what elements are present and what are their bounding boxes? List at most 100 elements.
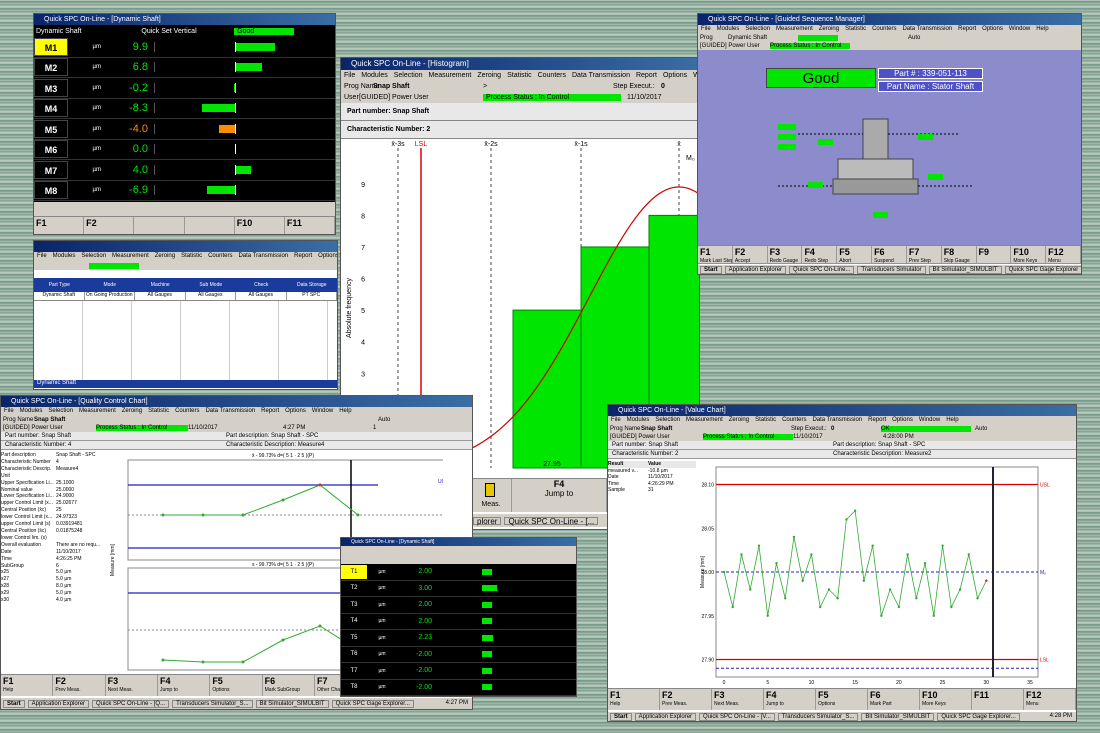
small-row-name[interactable]: T4 xyxy=(341,614,367,629)
f11-key[interactable]: F11 xyxy=(285,217,335,234)
menu-item[interactable]: Window xyxy=(919,416,940,425)
menu-item[interactable]: Data Transmission xyxy=(902,25,952,34)
value-titlebar[interactable]: Quick SPC On-Line - [Value Chart] xyxy=(608,405,1076,416)
task-explorer[interactable]: plorer xyxy=(473,516,502,525)
f10-key[interactable]: F10 xyxy=(235,217,285,234)
menu-item[interactable]: Statistic xyxy=(148,407,169,416)
menu-item[interactable]: Measurement xyxy=(112,252,149,261)
menu-item[interactable]: Modules xyxy=(717,25,740,34)
menu-item[interactable]: File xyxy=(344,70,355,81)
menu-item[interactable]: Counters xyxy=(175,407,199,416)
menu-item[interactable]: Measurement xyxy=(776,25,813,34)
menu-item[interactable]: Zeroing xyxy=(122,407,142,416)
small-row-name[interactable]: T5 xyxy=(341,630,367,645)
f3-key[interactable] xyxy=(134,217,185,234)
taskbar-item[interactable]: Quick SPC On-Line - [Q... xyxy=(92,699,170,708)
taskbar-item[interactable]: Quick SPC On-Line - [V... xyxy=(699,712,775,721)
menu-item[interactable]: Measurement xyxy=(686,416,723,425)
small-row-name[interactable]: T2 xyxy=(341,581,367,596)
menu-item[interactable]: Options xyxy=(982,25,1003,34)
menu-item[interactable]: File xyxy=(4,407,14,416)
key-f1[interactable]: F1 Mark Last Step xyxy=(698,246,733,263)
menu-item[interactable]: File xyxy=(701,25,711,34)
menu-item[interactable]: Zeroing xyxy=(477,70,501,81)
taskbar-item[interactable]: Bit Simulator_SIMULBIT xyxy=(861,712,935,721)
taskbar-item[interactable]: Application Explorer xyxy=(27,699,90,708)
key-f8[interactable]: F8 Skip Gauge xyxy=(942,246,977,263)
task-spc[interactable]: Quick SPC On-Line - [... xyxy=(504,516,599,525)
key-f10[interactable]: F10 More Keys xyxy=(920,689,972,710)
menu-item[interactable]: Window xyxy=(312,407,333,416)
f2-key[interactable]: F2 xyxy=(84,217,135,234)
dyn-row-name[interactable]: M6 xyxy=(34,140,68,159)
menu-item[interactable]: Modules xyxy=(53,252,76,261)
taskbar-item[interactable]: Start xyxy=(610,712,632,721)
dyn-row-name[interactable]: M8 xyxy=(34,181,68,200)
key-f4[interactable]: F4 Jump to xyxy=(764,689,816,710)
menu-item[interactable]: Statistic xyxy=(181,252,202,261)
dyn-row-name[interactable]: M3 xyxy=(34,78,68,97)
f1-key[interactable]: F1 xyxy=(34,217,85,234)
key-f11[interactable]: F11 xyxy=(972,689,1024,710)
small-row-name[interactable]: T7 xyxy=(341,663,367,678)
dyn-row-name[interactable]: M5 xyxy=(34,119,68,138)
menu-item[interactable]: Statistic xyxy=(755,416,776,425)
menu-item[interactable]: Options xyxy=(318,252,337,261)
key-f6[interactable]: F6 Mark SubGroup xyxy=(263,675,315,696)
taskbar-item[interactable]: Application Explorer xyxy=(634,712,697,721)
histogram-titlebar[interactable]: Quick SPC On-Line - [Histogram] xyxy=(341,58,699,70)
key-f2[interactable]: F2 Accept xyxy=(733,246,768,263)
menu-item[interactable]: Selection xyxy=(655,416,680,425)
taskbar-item[interactable]: Quick SPC Gage Explorer... xyxy=(331,699,414,708)
dyn-row-name[interactable]: M7 xyxy=(34,160,68,179)
menu-item[interactable]: Measurement xyxy=(429,70,472,81)
gsm-titlebar[interactable]: Quick SPC On-Line - [Guided Sequence Man… xyxy=(698,14,1081,25)
menu-item[interactable]: Counters xyxy=(208,252,232,261)
menu-item[interactable]: Report xyxy=(636,70,657,81)
menu-item[interactable]: Report xyxy=(294,252,312,261)
menu-item[interactable]: Counters xyxy=(538,70,566,81)
menu-item[interactable]: Modules xyxy=(20,407,43,416)
key-f5[interactable]: F5 Options xyxy=(210,675,263,696)
key-f10[interactable]: F10 More Keys xyxy=(1011,246,1047,263)
key-f6[interactable]: F6 Suspend xyxy=(872,246,907,263)
menu-item[interactable]: Options xyxy=(892,416,913,425)
menu-item[interactable]: File xyxy=(611,416,621,425)
key-f3[interactable]: F3 Next Meas. xyxy=(712,689,764,710)
key-f12[interactable]: F12 Menu xyxy=(1046,246,1081,263)
menu-item[interactable]: Selection xyxy=(48,407,73,416)
taskbar-item[interactable]: Bit Simulator_SIMULBIT xyxy=(255,699,329,708)
dyn-row-name[interactable]: M4 xyxy=(34,99,68,118)
small-row-name[interactable]: T8 xyxy=(341,680,367,695)
taskbar-item[interactable]: Transducers Simulator_S... xyxy=(172,699,253,708)
menu-item[interactable]: Data Transmission xyxy=(812,416,862,425)
taskbar-item[interactable]: Application Explorer xyxy=(724,265,787,274)
key-f1[interactable]: F1 Help xyxy=(1,675,54,696)
taskbar-item[interactable]: Start xyxy=(700,265,722,274)
menu-item[interactable]: Zeroing xyxy=(819,25,839,34)
taskbar-item[interactable]: Start xyxy=(3,699,25,708)
menu-item[interactable]: Selection xyxy=(394,70,423,81)
menu-item[interactable]: Measurement xyxy=(79,407,116,416)
small-titlebar[interactable]: Quick SPC On-Line - [Dynamic Shaft] xyxy=(341,538,576,546)
menu-item[interactable]: Zeroing xyxy=(729,416,749,425)
menu-item[interactable]: Data Transmission xyxy=(238,252,288,261)
small-row-name[interactable]: T3 xyxy=(341,597,367,612)
menu-item[interactable]: Report xyxy=(868,416,886,425)
menu-item[interactable]: Data Transmission xyxy=(205,407,255,416)
dyn-row-name[interactable]: M2 xyxy=(34,58,68,77)
key-f7[interactable]: F7 Prev Step xyxy=(907,246,942,263)
taskbar-item[interactable]: Quick SPC Gage Explorer... xyxy=(937,712,1020,721)
key-f2[interactable]: F2 Prev Meas. xyxy=(660,689,712,710)
menu-item[interactable]: Counters xyxy=(782,416,806,425)
key-f5[interactable]: F5 Abort xyxy=(837,246,873,263)
menu-item[interactable]: Selection xyxy=(745,25,770,34)
key-F4[interactable]: F4 Jump to xyxy=(511,479,606,512)
menu-item[interactable]: Selection xyxy=(81,252,106,261)
key-f1[interactable]: F1 Help xyxy=(608,689,660,710)
key-f6[interactable]: F6 Mark Part xyxy=(868,689,920,710)
key-f4[interactable]: F4 Jump to xyxy=(158,675,211,696)
dyn-row-name[interactable]: M1 xyxy=(34,37,68,56)
menu-item[interactable]: Help xyxy=(1036,25,1048,34)
f9-key[interactable] xyxy=(185,217,235,234)
